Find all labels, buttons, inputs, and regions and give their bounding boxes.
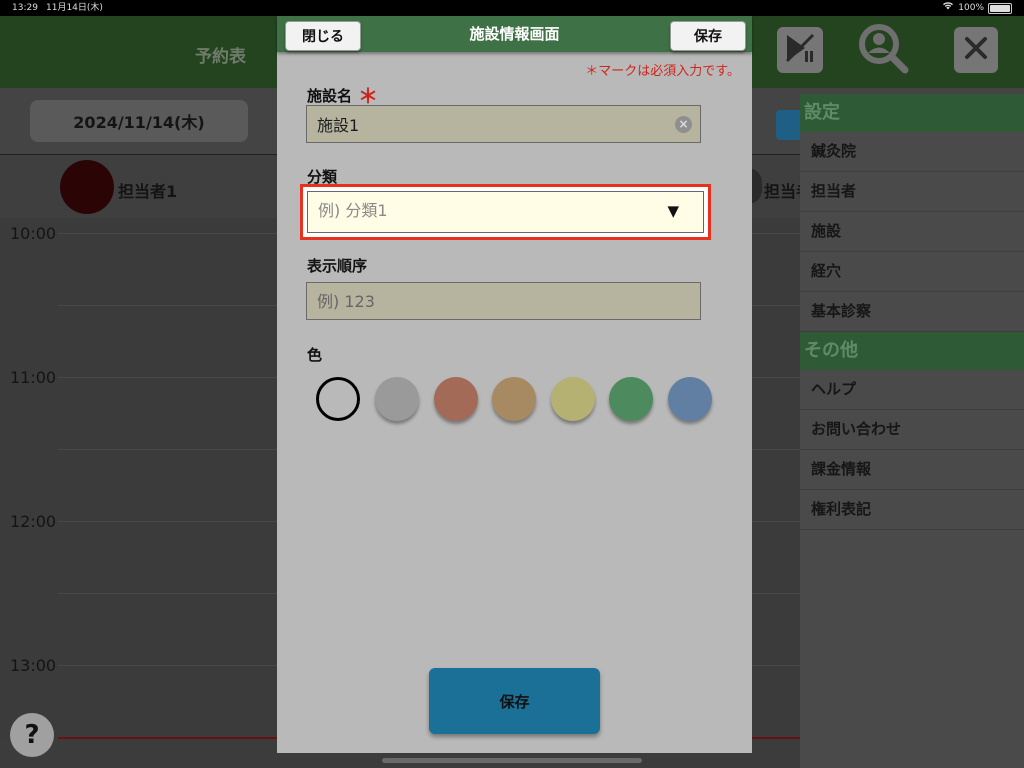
time-label: 12:00: [10, 512, 57, 531]
staff-name: 担当者1: [118, 182, 178, 201]
facility-name-label: 施設名＊: [307, 78, 378, 108]
save-button[interactable]: 保存: [670, 21, 746, 51]
required-note: ＊マークは必須入力です。: [585, 64, 740, 79]
color-swatch-blue[interactable]: [668, 377, 712, 421]
dialog-header: 施設情報画面 閉じる 保存: [277, 16, 752, 52]
facility-info-dialog: 施設情報画面 閉じる 保存 ＊マークは必須入力です。 施設名＊ × 分類 例) …: [277, 16, 752, 753]
play-pause-button[interactable]: [777, 27, 823, 73]
app-title: 予約表: [195, 47, 246, 67]
other-item-license[interactable]: 権利表記: [800, 490, 1024, 530]
settings-item-acupoint[interactable]: 経穴: [800, 252, 1024, 292]
date-button[interactable]: 2024/11/14(木): [30, 100, 248, 142]
play-pause-icon: [783, 31, 817, 69]
facility-name-field[interactable]: ×: [306, 105, 701, 143]
status-date: 11月14日(木): [46, 3, 103, 13]
settings-section-header: 設定: [800, 94, 1024, 132]
battery-percent: 100%: [958, 3, 984, 13]
other-item-help[interactable]: ヘルプ: [800, 370, 1024, 410]
display-order-label: 表示順序: [307, 257, 368, 275]
status-bar: 13:29 11月14日(木) 100%: [0, 0, 1024, 16]
display-order-input[interactable]: [307, 283, 700, 319]
color-swatch-gray[interactable]: [375, 377, 419, 421]
battery-icon: [988, 2, 1012, 14]
settings-item-clinic[interactable]: 鍼灸院: [800, 132, 1024, 172]
refresh-button[interactable]: [776, 110, 800, 140]
category-select-highlight[interactable]: 例) 分類1 ▼: [300, 184, 711, 240]
display-order-field[interactable]: [306, 282, 701, 320]
facility-name-input[interactable]: [307, 106, 700, 142]
facility-name-label-text: 施設名: [307, 87, 353, 105]
close-button[interactable]: 閉じる: [285, 21, 361, 51]
user-search-icon: [855, 20, 911, 80]
color-swatch-green[interactable]: [609, 377, 653, 421]
other-item-billing[interactable]: 課金情報: [800, 450, 1024, 490]
time-label: 11:00: [10, 368, 57, 387]
search-user-button[interactable]: [859, 24, 909, 74]
dropdown-arrow-icon: ▼: [667, 202, 679, 220]
clear-icon[interactable]: ×: [675, 116, 692, 133]
settings-item-facility[interactable]: 施設: [800, 212, 1024, 252]
settings-panel: 設定 鍼灸院 担当者 施設 経穴 基本診察 その他 ヘルプ お問い合わせ 課金情…: [800, 94, 1024, 768]
staff-avatar: [60, 160, 114, 214]
help-button[interactable]: ?: [10, 713, 54, 757]
color-swatch-orange[interactable]: [492, 377, 536, 421]
color-label: 色: [307, 346, 323, 364]
home-indicator[interactable]: [382, 758, 642, 763]
other-section-header: その他: [800, 332, 1024, 370]
status-time: 13:29: [12, 3, 38, 13]
time-label: 13:00: [10, 656, 57, 675]
bottom-save-button[interactable]: 保存: [429, 668, 600, 734]
close-icon: [963, 35, 989, 65]
time-label: 10:00: [10, 224, 57, 243]
wifi-icon: [942, 0, 954, 16]
category-select[interactable]: 例) 分類1 ▼: [307, 191, 704, 233]
settings-item-examination[interactable]: 基本診察: [800, 292, 1024, 332]
category-placeholder: 例) 分類1: [318, 201, 388, 220]
color-swatch-yellow[interactable]: [551, 377, 595, 421]
close-app-button[interactable]: [954, 27, 998, 73]
settings-item-staff[interactable]: 担当者: [800, 172, 1024, 212]
battery-indicator: 100%: [942, 0, 1012, 16]
color-swatch-none[interactable]: [316, 377, 360, 421]
color-swatch-red[interactable]: [434, 377, 478, 421]
other-item-contact[interactable]: お問い合わせ: [800, 410, 1024, 450]
